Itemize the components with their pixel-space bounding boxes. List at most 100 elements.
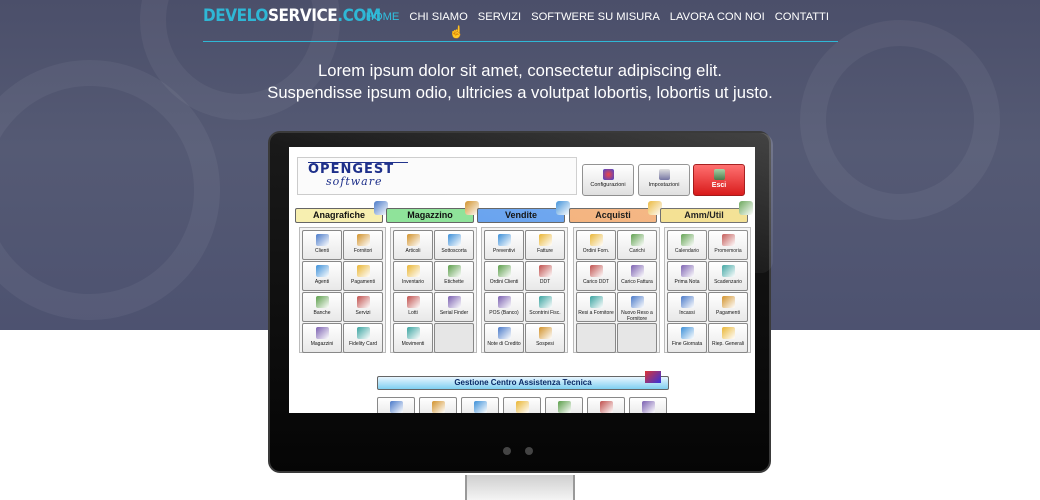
app-button-note-di-credito[interactable]: Note di Credito <box>484 323 524 353</box>
app-button-icon <box>589 234 603 246</box>
app-button-fornitori[interactable]: Fornitori <box>343 230 383 260</box>
gca-button[interactable] <box>377 397 415 413</box>
app-button-sospesi[interactable]: Sospesi <box>525 323 565 353</box>
app-button-articoli[interactable]: Articoli <box>393 230 433 260</box>
hero-tagline: Lorem ipsum dolor sit amet, consectetur … <box>0 60 1040 104</box>
app-button-icon <box>630 296 644 308</box>
app-button-magazzini[interactable]: Magazzini <box>302 323 342 353</box>
gca-buttons-row <box>377 397 677 413</box>
section-header-anagrafiche[interactable]: Anagrafiche <box>295 201 388 223</box>
app-button-banche[interactable]: Banche <box>302 292 342 322</box>
app-button-icon <box>497 234 511 246</box>
nav-home[interactable]: HOME <box>366 11 400 23</box>
app-button-preventivi[interactable]: Preventivi <box>484 230 524 260</box>
app-button-icon <box>406 265 420 277</box>
gca-button[interactable] <box>629 397 667 413</box>
nav-contatti[interactable]: CONTATTI <box>775 11 829 23</box>
app-button-icon <box>721 265 735 277</box>
app-button-ordini-clienti[interactable]: Ordini Clienti <box>484 261 524 291</box>
nav-softwere-su-misura[interactable]: SOFTWERE SU MISURA <box>531 11 660 23</box>
nav-lavora-con-noi[interactable]: LAVORA CON NOI <box>670 11 765 23</box>
app-button-fine-giornata[interactable]: Fine Giornata <box>667 323 707 353</box>
section-header-amm-util[interactable]: Amm/Util <box>660 201 753 223</box>
app-button-pagamenti[interactable]: Pagamenti <box>343 261 383 291</box>
app-button-movimenti[interactable]: Movimenti <box>393 323 433 353</box>
app-button-promemoria[interactable]: Promemoria <box>708 230 748 260</box>
app-button-carico-ddt[interactable]: Carico DDT <box>576 261 616 291</box>
gca-button[interactable] <box>461 397 499 413</box>
gca-button-icon <box>515 401 529 413</box>
gca-button[interactable] <box>503 397 541 413</box>
app-button-ddt[interactable]: DDT <box>525 261 565 291</box>
configurazioni-button[interactable]: Configurazioni <box>582 164 634 196</box>
impostazioni-button[interactable]: Impostazioni <box>638 164 690 196</box>
section-header-acquisti[interactable]: Acquisti <box>569 201 662 223</box>
app-button-icon <box>538 327 552 339</box>
app-button-icon <box>721 234 735 246</box>
app-button-serial-finder[interactable]: Serial Finder <box>434 292 474 322</box>
section-header-vendite[interactable]: Vendite <box>477 201 570 223</box>
tagline-line-1: Lorem ipsum dolor sit amet, consectetur … <box>318 61 722 80</box>
gca-section-header[interactable]: Gestione Centro Assistenza Tecnica <box>377 376 669 390</box>
app-button-icon <box>630 234 644 246</box>
monitor-button[interactable] <box>503 447 511 455</box>
app-button-fidelity-card[interactable]: Fidelity Card <box>343 323 383 353</box>
app-button-resi-a-fornitore[interactable]: Resi a Fornitore <box>576 292 616 322</box>
app-button-scadenzario[interactable]: Scadenzario <box>708 261 748 291</box>
app-button-icon <box>447 234 461 246</box>
app-button-scontrini-fisc-[interactable]: Scontrini Fisc. <box>525 292 565 322</box>
section-header-magazzino[interactable]: Magazzino <box>386 201 479 223</box>
esci-button[interactable]: Esci <box>693 164 745 196</box>
app-button-clienti[interactable]: Clienti <box>302 230 342 260</box>
site-logo[interactable]: DEVELOSERVICE.COM <box>203 6 381 26</box>
gca-button[interactable] <box>587 397 625 413</box>
app-button-carico-fattura[interactable]: Carico Fattura <box>617 261 657 291</box>
app-button-lotti[interactable]: Lotti <box>393 292 433 322</box>
app-button-agenti[interactable]: Agenti <box>302 261 342 291</box>
monitor-button[interactable] <box>525 447 533 455</box>
monitor-buttons <box>503 447 533 455</box>
empty-tile <box>617 323 657 353</box>
app-button-icon <box>356 296 370 308</box>
nav-servizi[interactable]: SERVIZI <box>478 11 521 23</box>
app-button-incassi[interactable]: Incassi <box>667 292 707 322</box>
empty-tile <box>434 323 474 353</box>
app-button-icon <box>315 234 329 246</box>
app-button-etichette[interactable]: Etichette <box>434 261 474 291</box>
app-button-calendario[interactable]: Calendario <box>667 230 707 260</box>
app-button-servizi[interactable]: Servizi <box>343 292 383 322</box>
gca-button[interactable] <box>545 397 583 413</box>
gca-button-icon <box>473 401 487 413</box>
app-button-icon <box>406 234 420 246</box>
app-button-ordini-forn-[interactable]: Ordini Forn. <box>576 230 616 260</box>
gca-button-icon <box>599 401 613 413</box>
app-button-icon <box>497 296 511 308</box>
app-button-icon <box>356 327 370 339</box>
app-button-pagamenti[interactable]: Pagamenti <box>708 292 748 322</box>
app-button-icon <box>356 234 370 246</box>
app-button-icon <box>538 296 552 308</box>
section-grid: Clienti Fornitori Agenti Pagamenti Banche Ser… <box>299 227 386 353</box>
app-button-icon <box>406 327 420 339</box>
app-button-fatture[interactable]: Fatture <box>525 230 565 260</box>
app-button-pos-banco-[interactable]: POS (Banco) <box>484 292 524 322</box>
app-button-prima-nota[interactable]: Prima Nota <box>667 261 707 291</box>
empty-tile <box>576 323 616 353</box>
app-button-inventario[interactable]: Inventario <box>393 261 433 291</box>
section-grid: Preventivi Fatture Ordini Clienti DDT POS (B… <box>481 227 568 353</box>
app-button-sottoscorta[interactable]: Sottoscorta <box>434 230 474 260</box>
app-logo-box: OPENGEST software <box>297 157 577 195</box>
app-button-icon <box>497 327 511 339</box>
section-icon <box>739 201 753 215</box>
opengest-logo: OPENGEST software <box>308 162 395 188</box>
app-button-riep-generali[interactable]: Riep. Generali <box>708 323 748 353</box>
app-button-icon <box>538 265 552 277</box>
gca-button[interactable] <box>419 397 457 413</box>
app-button-nuovo-reso-a-fornitore[interactable]: Nuovo Reso a Fornitore <box>617 292 657 322</box>
nav-chi-siamo[interactable]: CHI SIAMO <box>409 11 467 23</box>
app-button-carichi[interactable]: Carichi <box>617 230 657 260</box>
app-button-icon <box>406 296 420 308</box>
app-button-icon <box>356 265 370 277</box>
app-button-icon <box>589 265 603 277</box>
app-screenshot: OPENGEST software Configurazioni Imposta… <box>289 147 755 413</box>
